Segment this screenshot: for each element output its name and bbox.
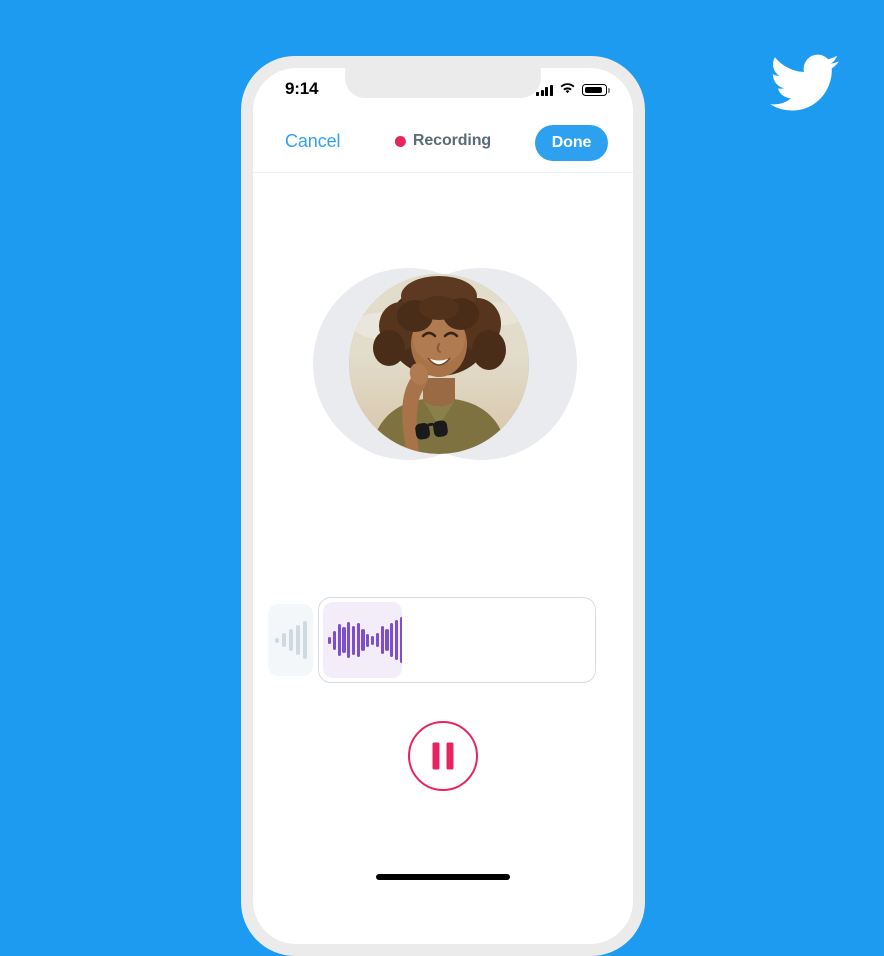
selected-clip-waveform-icon (328, 602, 402, 678)
recording-status: Recording (394, 132, 492, 150)
current-clip-container[interactable] (318, 597, 596, 683)
twitter-bird-icon (763, 48, 847, 118)
cancel-button[interactable]: Cancel (285, 131, 341, 152)
avatar-area (253, 264, 633, 464)
done-button[interactable]: Done (535, 125, 608, 161)
clip-track (253, 597, 633, 683)
phone-device: 9:14 Cancel Recording Done (241, 56, 645, 956)
canvas: 9:14 Cancel Recording Done (0, 0, 884, 956)
previous-clip-waveform-icon (275, 604, 307, 676)
wifi-icon (559, 81, 576, 99)
selected-clip-waveform[interactable] (323, 602, 402, 678)
home-indicator (376, 874, 510, 880)
navigation-bar: Cancel Recording Done (253, 112, 633, 173)
phone-notch (345, 68, 541, 98)
recording-status-label: Recording (412, 132, 492, 149)
status-bar-time: 9:14 (285, 79, 319, 98)
previous-clip-thumbnail[interactable] (268, 604, 313, 676)
recording-dot-icon (394, 135, 406, 147)
avatar (349, 274, 529, 454)
pause-icon (432, 742, 454, 770)
pause-button[interactable] (408, 721, 478, 791)
battery-icon (582, 84, 610, 96)
phone-screen: 9:14 Cancel Recording Done (253, 68, 633, 944)
status-bar-icons (536, 81, 610, 99)
